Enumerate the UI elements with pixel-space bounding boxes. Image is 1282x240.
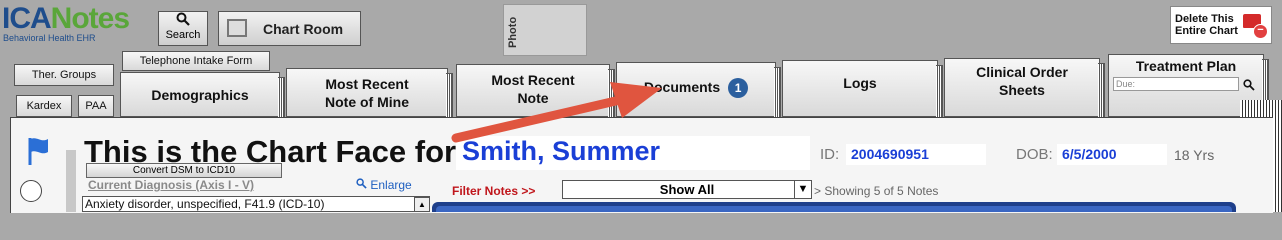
search-button[interactable]: Search	[158, 11, 208, 46]
tab-mrnm-label-2: Note of Mine	[325, 94, 409, 110]
tab-demographics-label: Demographics	[151, 87, 249, 103]
patient-id-label: ID:	[820, 146, 840, 163]
annotation-arrow	[450, 80, 680, 155]
tab-most-recent-note-of-mine[interactable]: Most Recent Note of Mine	[286, 68, 453, 117]
tab-stack	[936, 65, 943, 117]
patient-id-value: 2004690951	[851, 146, 929, 162]
enlarge-label: Enlarge	[370, 178, 412, 192]
tab-telephone-intake[interactable]: Telephone Intake Form	[122, 51, 270, 71]
current-diagnosis-link[interactable]: Current Diagnosis (Axis I - V)	[88, 178, 254, 192]
patient-age: 18 Yrs	[1174, 147, 1215, 163]
tab-stack	[278, 77, 285, 117]
chart-radio[interactable]	[20, 180, 42, 202]
tab-stack	[774, 67, 781, 117]
left-divider	[66, 150, 76, 212]
tab-mrnm-label-1: Most Recent	[325, 76, 409, 92]
dob-value: 6/5/2000	[1062, 146, 1117, 162]
tab-ther-groups[interactable]: Ther. Groups	[14, 64, 114, 86]
tab-clinical-order-sheets[interactable]: Clinical Order Sheets	[944, 58, 1105, 117]
tab-paa[interactable]: PAA	[78, 95, 114, 117]
tab-cos-label-2: Sheets	[999, 82, 1045, 98]
tab-logs[interactable]: Logs	[782, 60, 943, 117]
chevron-down-icon[interactable]: ▼	[794, 181, 811, 198]
logo-tagline: Behavioral Health EHR	[3, 33, 96, 43]
delete-chart-button[interactable]: Delete This Entire Chart −	[1170, 6, 1272, 44]
notes-area	[432, 202, 1236, 212]
logo-text-ica: ICA	[2, 2, 52, 35]
convert-dsm-button[interactable]: Convert DSM to ICD10	[86, 163, 282, 178]
enlarge-button[interactable]: Enlarge	[356, 178, 412, 192]
dob-label: DOB:	[1016, 146, 1053, 163]
logo-text-notes: Notes	[50, 2, 130, 35]
chart-room-icon	[227, 19, 247, 37]
flag-icon[interactable]	[26, 136, 56, 171]
enlarge-magnifier-icon	[356, 178, 370, 192]
tab-cos-label-1: Clinical Order	[976, 64, 1068, 80]
tab-demographics[interactable]: Demographics	[120, 72, 285, 117]
chart-room-label: Chart Room	[263, 21, 344, 37]
search-button-label: Search	[165, 29, 201, 41]
tab-logs-label: Logs	[843, 75, 877, 91]
tab-stack	[1098, 63, 1105, 117]
photo-label: Photo	[507, 16, 519, 48]
app-logo: ICANotes Behavioral Health EHR	[2, 2, 150, 44]
treatment-due-field[interactable]: Due:	[1113, 77, 1239, 91]
minus-icon: −	[1253, 24, 1268, 39]
delete-label-line1: Delete This	[1175, 13, 1234, 25]
filter-notes-select[interactable]: Show All	[562, 180, 812, 199]
delete-label-line2: Entire Chart	[1175, 25, 1238, 37]
magnifier-icon	[159, 12, 207, 29]
documents-count-badge: 1	[728, 78, 749, 99]
diagnosis-item: Anxiety disorder, unspecified, F41.9 (IC…	[85, 197, 325, 211]
filter-notes-label: Filter Notes >>	[452, 184, 536, 198]
scroll-up-icon[interactable]: ▲	[414, 197, 430, 212]
notes-count-text: > Showing 5 of 5 Notes	[814, 184, 939, 198]
chart-room-button[interactable]: Chart Room	[218, 11, 361, 46]
tab-treatment-plan-label: Treatment Plan	[1135, 58, 1237, 74]
delete-chart-label: Delete This Entire Chart	[1175, 13, 1238, 37]
tab-kardex[interactable]: Kardex	[16, 95, 72, 117]
treatment-search-icon[interactable]	[1243, 77, 1255, 95]
